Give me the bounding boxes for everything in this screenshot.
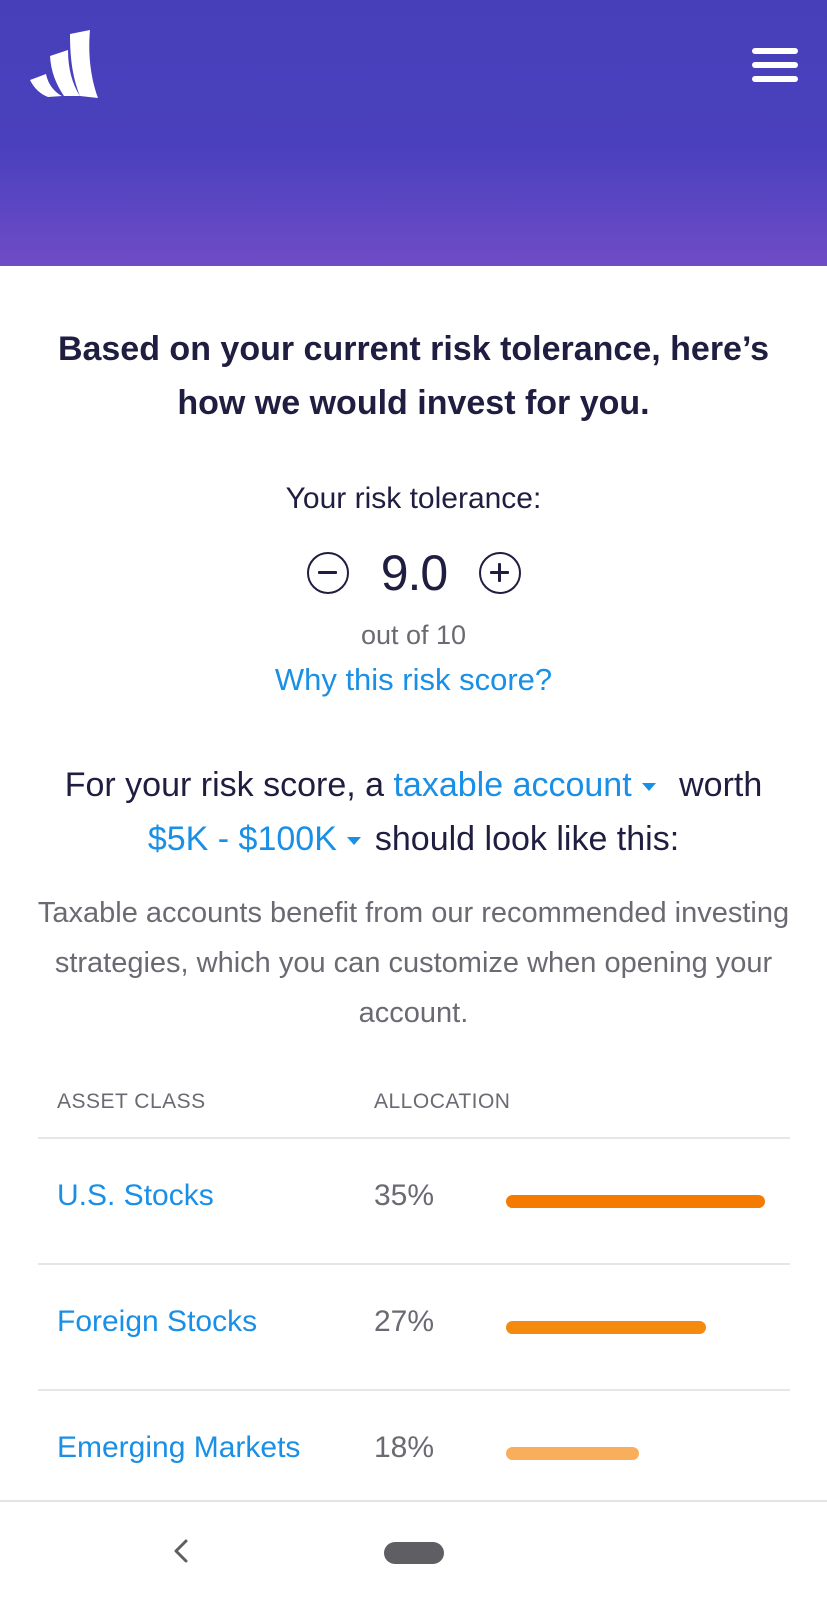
amount-range-value: $5K - $100K (147, 820, 337, 858)
app-header (0, 0, 827, 266)
table-row: Foreign Stocks 27% (38, 1265, 790, 1389)
risk-score-stepper: 9.0 (0, 538, 827, 608)
plus-circle-icon[interactable] (479, 552, 521, 594)
allocation-percent: 27% (374, 1305, 435, 1338)
sentence-part-1: For your risk score, a (64, 766, 394, 804)
amount-range-dropdown[interactable]: $5K - $100K (148, 820, 375, 858)
minus-circle-icon[interactable] (307, 552, 349, 594)
asset-class-link[interactable]: Emerging Markets (57, 1431, 300, 1465)
sentence-part-3: should look like this: (374, 820, 680, 858)
allocation-bar (506, 1447, 639, 1460)
system-nav-bar (0, 1500, 827, 1600)
asset-class-link[interactable]: Foreign Stocks (57, 1305, 257, 1339)
account-type-dropdown[interactable]: taxable account (393, 766, 669, 804)
back-chevron-icon[interactable] (170, 1536, 192, 1566)
asset-class-link[interactable]: U.S. Stocks (57, 1179, 214, 1213)
why-risk-score-link[interactable]: Why this risk score? (0, 662, 827, 698)
page-headline: Based on your current risk tolerance, he… (57, 330, 770, 422)
account-description: Taxable accounts benefit from our recomm… (37, 897, 790, 1029)
risk-score-scale: out of 10 (360, 620, 467, 650)
allocation-bar (506, 1195, 765, 1208)
hamburger-menu-icon[interactable] (752, 48, 798, 86)
allocation-percent: 35% (374, 1179, 435, 1212)
home-pill-icon[interactable] (384, 1542, 444, 1564)
risk-score-value: 9.0 (380, 545, 449, 601)
allocation-bar (506, 1321, 706, 1334)
account-type-value: taxable account (393, 766, 632, 804)
asset-class-header: ASSET CLASS (57, 1090, 206, 1113)
caret-down-icon (641, 783, 656, 792)
account-sentence: For your risk score, a taxable account w… (20, 758, 807, 866)
sentence-part-2: worth (669, 766, 763, 804)
allocation-percent: 18% (374, 1431, 435, 1464)
risk-tolerance-label: Your risk tolerance: (285, 482, 542, 515)
wealthfront-logo-icon[interactable] (26, 30, 100, 100)
allocation-header: ALLOCATION (374, 1090, 511, 1113)
table-row: U.S. Stocks 35% (38, 1139, 790, 1263)
caret-down-icon (346, 837, 361, 846)
table-row: Emerging Markets 18% (38, 1391, 790, 1515)
